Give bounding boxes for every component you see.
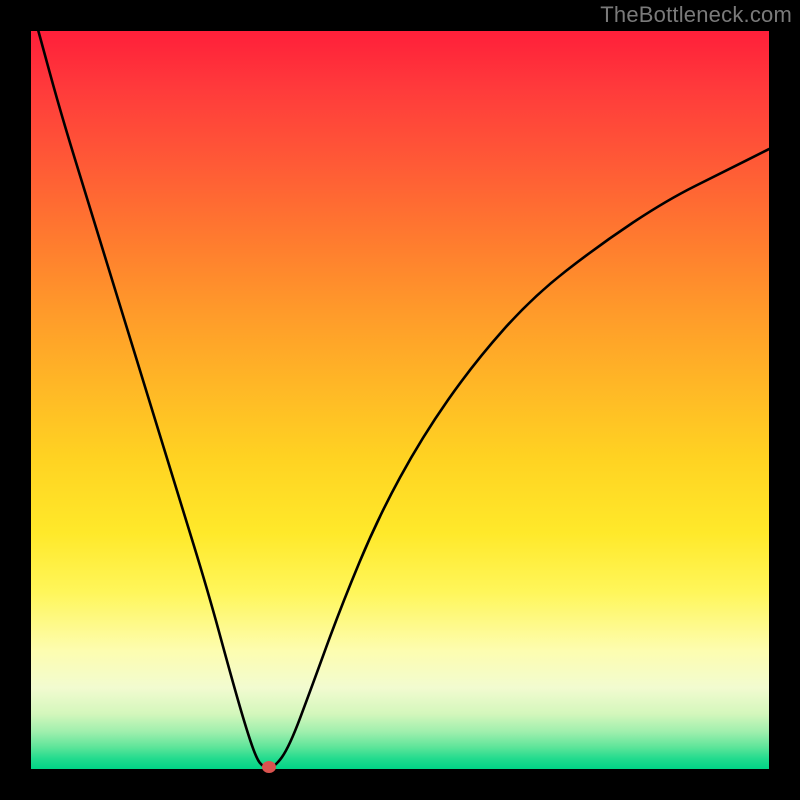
plot-area: [31, 31, 769, 769]
image-frame: TheBottleneck.com: [0, 0, 800, 800]
watermark-text: TheBottleneck.com: [600, 2, 792, 28]
curve-layer: [31, 31, 769, 769]
bottleneck-curve-path: [38, 31, 769, 768]
minimum-marker: [262, 761, 276, 773]
